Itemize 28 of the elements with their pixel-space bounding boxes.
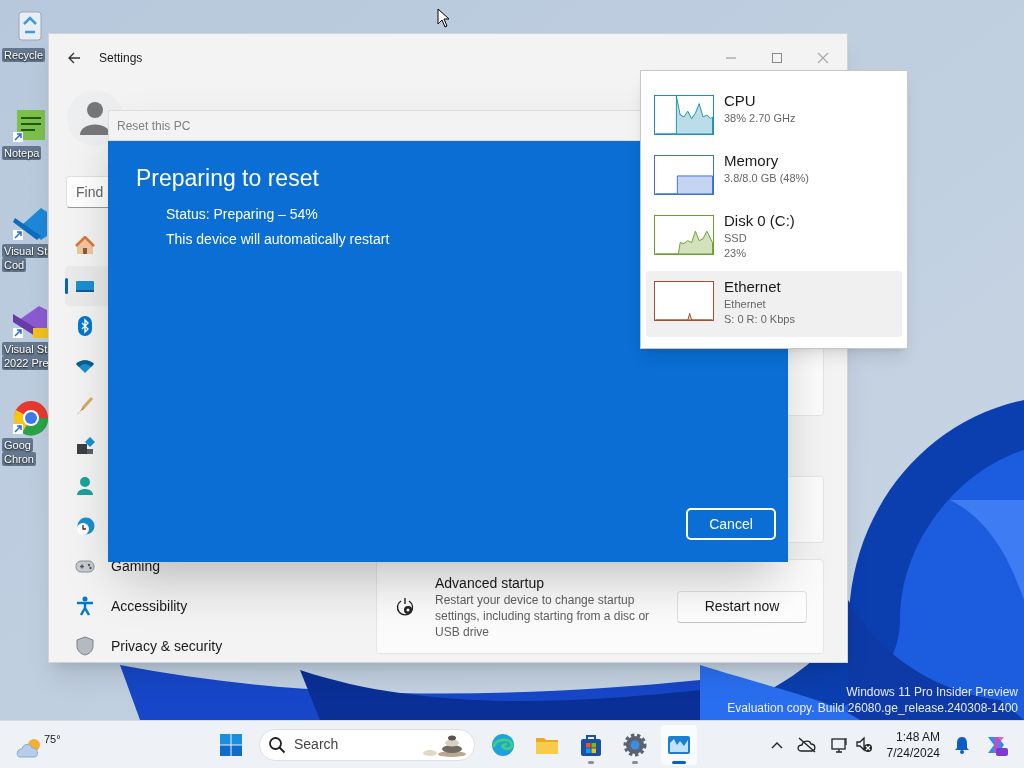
resource-name: Memory	[724, 151, 780, 171]
resource-name: CPU	[724, 91, 757, 111]
icon-label: Notepa	[2, 146, 42, 160]
icon-label: Chron	[2, 452, 36, 466]
date-text: 7/24/2024	[886, 744, 940, 761]
status-text: This device will automatically restart	[166, 230, 390, 249]
icon-label: Visual St	[2, 244, 50, 258]
time-text: 1:48 AM	[895, 728, 940, 745]
card-title: Advanced startup	[435, 573, 545, 592]
resource-name: Ethernet	[724, 277, 782, 297]
icon-label: Visual St	[2, 342, 50, 356]
resource-detail: 23%	[724, 246, 748, 261]
resource-detail: S: 0 R: 0 Kbps	[724, 312, 795, 327]
resource-detail: 38% 2.70 GHz	[724, 111, 796, 126]
icon-label: Cod	[2, 258, 27, 272]
resource-name: Disk 0 (C:)	[724, 211, 795, 231]
dialog-title: Reset this PC	[117, 117, 191, 135]
icon-label: Recycle	[2, 48, 46, 62]
card-description: Restart your device to change startup settings, including starting from a disc or USB drive	[435, 591, 651, 640]
icon-label: Goog	[2, 438, 33, 452]
resource-detail: Ethernet	[724, 297, 767, 312]
resource-detail: SSD	[724, 231, 748, 246]
window-title: Settings	[99, 50, 143, 67]
status-text: Status: Preparing – 54%	[166, 205, 318, 224]
resource-detail: 3.8/8.0 GB (48%)	[724, 171, 809, 186]
watermark-text: Evaluation copy. Build 26080.ge_release.240308-1400	[727, 700, 1018, 716]
icon-label: 2022 Pre	[2, 356, 51, 370]
watermark-text: Windows 11 Pro Insider Preview	[846, 684, 1018, 700]
